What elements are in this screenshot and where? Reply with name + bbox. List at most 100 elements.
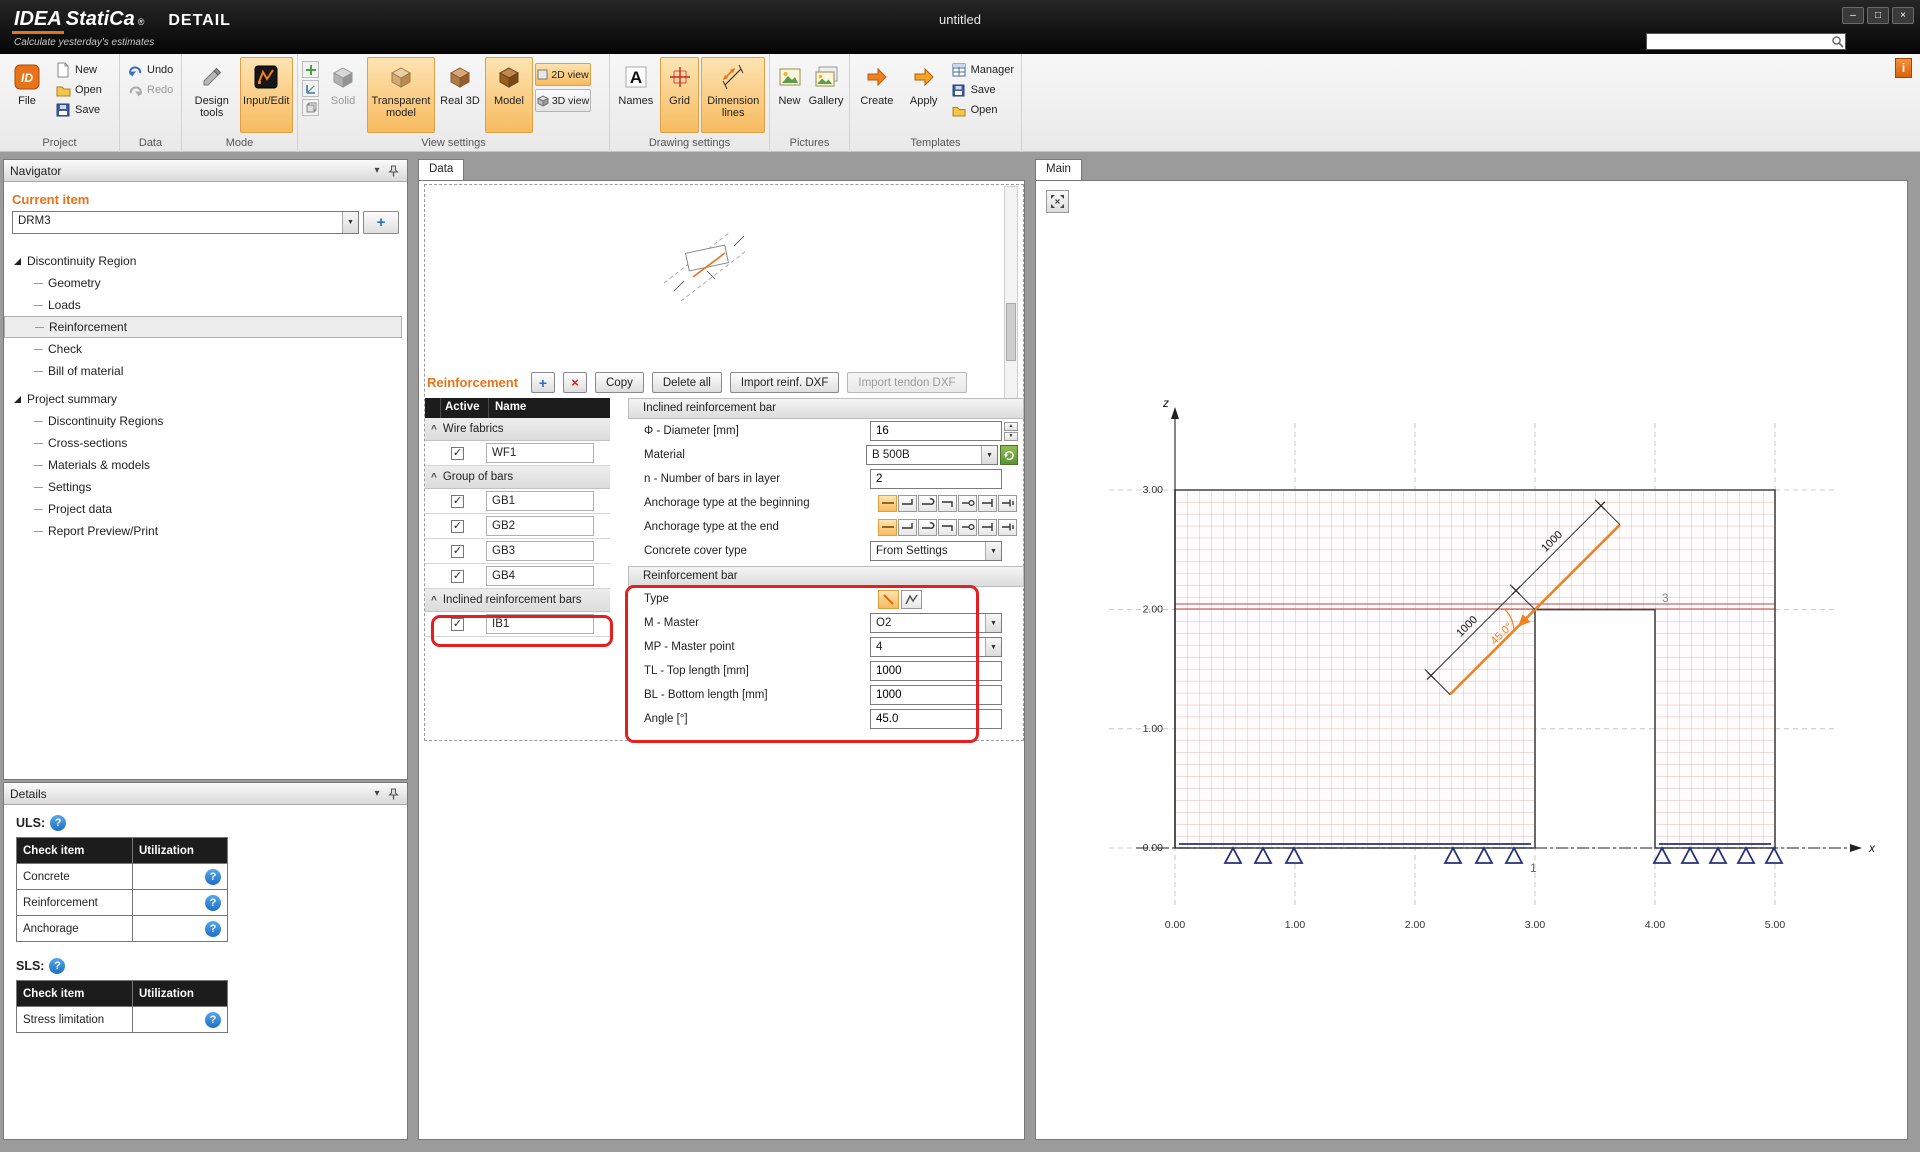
- spinner-down-icon[interactable]: ▼: [1004, 432, 1018, 441]
- preview-scrollbar[interactable]: [1004, 186, 1018, 402]
- pin-icon[interactable]: [385, 163, 401, 179]
- info-button[interactable]: i: [1895, 58, 1912, 78]
- list-item-gb3[interactable]: ✓ GB3: [425, 539, 610, 564]
- anchorage-straight-icon[interactable]: [878, 519, 897, 536]
- anchorage-t-head-icon[interactable]: [978, 495, 997, 512]
- template-manager-button[interactable]: Manager: [948, 60, 1017, 80]
- diameter-stepper[interactable]: ▲ ▼: [1004, 422, 1018, 441]
- bars-in-layer-input[interactable]: [870, 469, 1002, 489]
- tree-item-discontinuity-region[interactable]: Discontinuity Region: [4, 250, 407, 272]
- template-apply-button[interactable]: Apply: [902, 57, 946, 133]
- top-length-input[interactable]: [870, 661, 1002, 681]
- axes-view-icon[interactable]: [302, 80, 319, 97]
- list-item-gb2[interactable]: ✓ GB2: [425, 514, 610, 539]
- search-box[interactable]: [1646, 33, 1846, 50]
- diameter-input[interactable]: [870, 421, 1002, 441]
- list-item-ib1[interactable]: ✓ IB1: [425, 612, 610, 637]
- undo-button[interactable]: Undo: [124, 60, 176, 80]
- search-icon[interactable]: [1829, 34, 1845, 50]
- add-view-icon[interactable]: [302, 61, 319, 78]
- input-edit-button[interactable]: Input/Edit: [240, 57, 293, 133]
- anchorage-hook-icon[interactable]: [918, 519, 937, 536]
- fit-view-button[interactable]: [1046, 190, 1069, 213]
- tab-main[interactable]: Main: [1035, 159, 1082, 180]
- tree-item-bill-of-material[interactable]: Bill of material: [4, 360, 407, 382]
- list-item-gb1[interactable]: ✓ GB1: [425, 489, 610, 514]
- transparent-model-button[interactable]: Transparent model: [367, 57, 435, 133]
- tree-item-report-preview[interactable]: Report Preview/Print: [4, 520, 407, 542]
- pin-icon[interactable]: [385, 786, 401, 802]
- list-item-gb4[interactable]: ✓ GB4: [425, 564, 610, 589]
- checkbox-checked[interactable]: ✓: [451, 618, 464, 631]
- anchorage-hook-icon[interactable]: [918, 495, 937, 512]
- close-button[interactable]: ×: [1892, 7, 1914, 24]
- tree-item-check[interactable]: Check: [4, 338, 407, 360]
- checkbox-checked[interactable]: ✓: [451, 495, 464, 508]
- real-3d-button[interactable]: Real 3D: [437, 57, 483, 133]
- template-create-button[interactable]: Create: [854, 57, 900, 133]
- open-button[interactable]: Open: [52, 80, 105, 100]
- picture-new-button[interactable]: New: [774, 57, 805, 133]
- structure-2d-view[interactable]: 0.00 1.00 2.00 3.00 4.00 5.00 3.00 2.00 …: [1036, 181, 1909, 1141]
- solid-button[interactable]: Solid: [321, 57, 365, 133]
- add-reinforcement-button[interactable]: +: [531, 372, 555, 393]
- anchorage-plate-icon[interactable]: [998, 519, 1017, 536]
- collapse-chevron-icon[interactable]: ▾: [369, 786, 385, 802]
- view-3d-button[interactable]: 3D view: [535, 89, 591, 112]
- anchorage-loop-icon[interactable]: [958, 495, 977, 512]
- tree-item-materials-models[interactable]: Materials & models: [4, 454, 407, 476]
- delete-reinforcement-button[interactable]: ×: [563, 372, 587, 393]
- anchorage-loop-icon[interactable]: [958, 519, 977, 536]
- cube-view-icon[interactable]: [302, 99, 319, 116]
- tree-item-cross-sections[interactable]: Cross-sections: [4, 432, 407, 454]
- maximize-button[interactable]: □: [1867, 7, 1889, 24]
- checkbox-checked[interactable]: ✓: [451, 520, 464, 533]
- material-dropdown[interactable]: B 500B ▼: [866, 445, 998, 465]
- checkbox-checked[interactable]: ✓: [451, 570, 464, 583]
- template-save-button[interactable]: Save: [948, 80, 1017, 100]
- sls-help-icon[interactable]: ?: [49, 958, 65, 974]
- type-polyline-bar-icon[interactable]: [901, 590, 922, 609]
- view-2d-button[interactable]: 2D view: [535, 63, 591, 86]
- checkbox-checked[interactable]: ✓: [451, 545, 464, 558]
- list-item-wf1[interactable]: ✓ WF1: [425, 441, 610, 466]
- delete-all-button[interactable]: Delete all: [652, 372, 722, 393]
- dimension-lines-button[interactable]: Dimension lines: [701, 57, 765, 133]
- material-edit-button[interactable]: [1000, 445, 1018, 465]
- design-tools-button[interactable]: Design tools: [186, 57, 238, 133]
- import-tendon-dxf-button[interactable]: Import tendon DXF: [847, 372, 966, 393]
- tab-data[interactable]: Data: [418, 159, 464, 180]
- group-wire-fabrics[interactable]: ^Wire fabrics: [425, 418, 610, 441]
- minimize-button[interactable]: –: [1842, 7, 1864, 24]
- anchorage-straight-icon[interactable]: [878, 495, 897, 512]
- file-button[interactable]: ID File: [4, 57, 50, 133]
- grid-button[interactable]: Grid: [660, 57, 700, 133]
- model-button[interactable]: Model: [485, 57, 533, 133]
- anchorage-bend-up-icon[interactable]: [898, 495, 917, 512]
- master-point-dropdown[interactable]: 4 ▼: [870, 637, 1002, 657]
- cover-type-dropdown[interactable]: From Settings ▼: [870, 541, 1002, 561]
- template-open-button[interactable]: Open: [948, 100, 1017, 120]
- group-of-bars[interactable]: ^Group of bars: [425, 466, 610, 489]
- tree-item-settings[interactable]: Settings: [4, 476, 407, 498]
- new-button[interactable]: New: [52, 60, 105, 80]
- checkbox-checked[interactable]: ✓: [451, 447, 464, 460]
- anchorage-bend-down-icon[interactable]: [938, 495, 957, 512]
- collapse-chevron-icon[interactable]: ▾: [369, 163, 385, 179]
- stress-limitation-help-icon[interactable]: ?: [205, 1012, 221, 1028]
- tree-item-loads[interactable]: Loads: [4, 294, 407, 316]
- scrollbar-thumb[interactable]: [1006, 303, 1016, 361]
- bottom-length-input[interactable]: [870, 685, 1002, 705]
- uls-help-icon[interactable]: ?: [50, 815, 66, 831]
- tree-item-geometry[interactable]: Geometry: [4, 272, 407, 294]
- group-inclined-bars[interactable]: ^Inclined reinforcement bars: [425, 589, 610, 612]
- redo-button[interactable]: Redo: [124, 80, 176, 100]
- master-dropdown[interactable]: O2 ▼: [870, 613, 1002, 633]
- names-button[interactable]: A Names: [614, 57, 658, 133]
- angle-input[interactable]: [870, 709, 1002, 729]
- tree-item-project-data[interactable]: Project data: [4, 498, 407, 520]
- gallery-button[interactable]: Gallery: [807, 57, 845, 133]
- import-reinf-dxf-button[interactable]: Import reinf. DXF: [730, 372, 840, 393]
- anchorage-bend-up-icon[interactable]: [898, 519, 917, 536]
- search-input[interactable]: [1647, 35, 1829, 48]
